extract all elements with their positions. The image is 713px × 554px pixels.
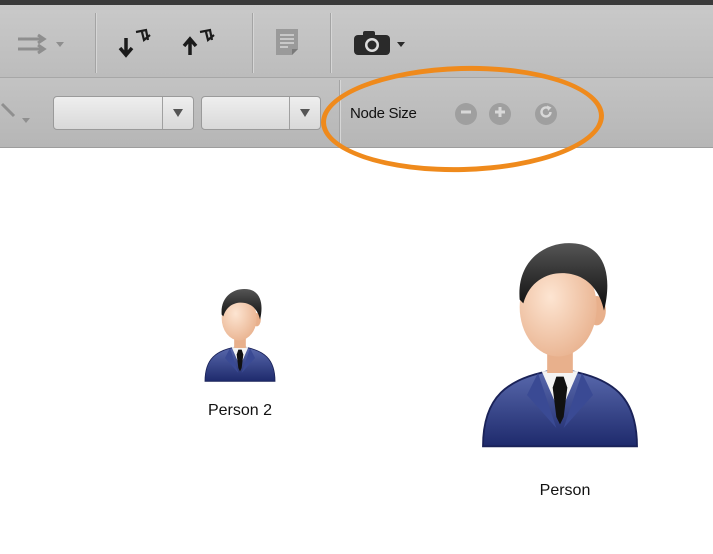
node-color-value — [202, 97, 289, 129]
layout-menu-button[interactable] — [14, 31, 70, 61]
export-network-icon — [178, 26, 222, 63]
main-toolbar — [0, 5, 713, 78]
document-button[interactable] — [270, 27, 304, 61]
screenshot-button[interactable] — [350, 27, 410, 61]
layout-arrows-icon — [14, 32, 70, 61]
chevron-down-icon — [289, 97, 320, 129]
chevron-down-icon — [162, 97, 193, 129]
node-shape-value — [54, 97, 162, 129]
person-icon — [465, 437, 655, 454]
edge-style-icon — [0, 96, 40, 131]
person-icon — [195, 370, 285, 387]
import-button[interactable] — [114, 27, 158, 61]
export-button[interactable] — [178, 27, 222, 61]
document-icon — [274, 27, 300, 62]
node-shape-dropdown[interactable] — [53, 96, 194, 130]
node-color-dropdown[interactable] — [201, 96, 321, 130]
node-person-2[interactable] — [195, 283, 285, 383]
node-label: Person 2 — [207, 402, 273, 419]
camera-icon — [351, 27, 409, 62]
node-label: Person — [539, 482, 591, 499]
node-person[interactable] — [465, 230, 655, 450]
import-network-icon — [114, 26, 158, 63]
edge-style-button[interactable] — [0, 96, 40, 130]
